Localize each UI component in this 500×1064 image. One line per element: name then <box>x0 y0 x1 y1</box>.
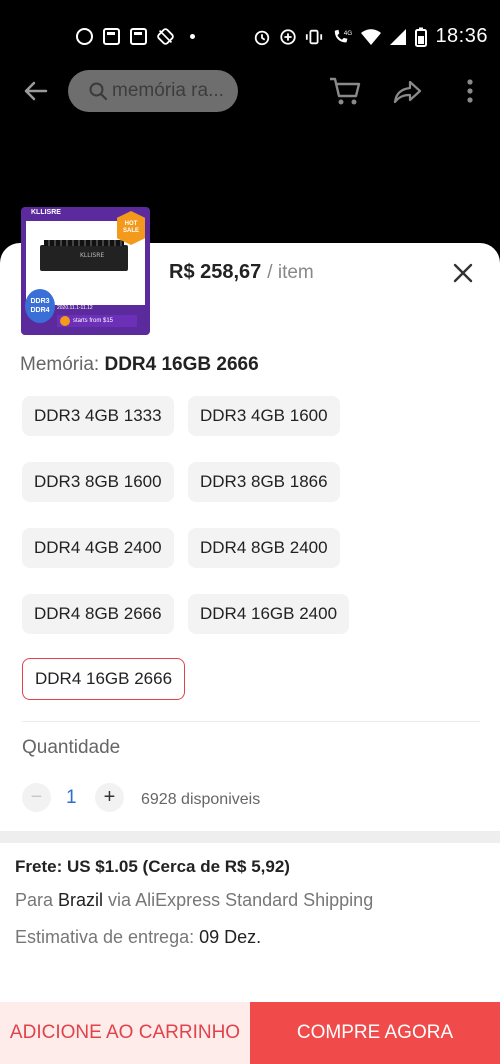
sync-off-icon <box>157 28 174 45</box>
variant-label-text: Memória: <box>20 354 105 375</box>
calendar-icon <box>103 28 120 45</box>
status-right-icons: 4G 18:36 <box>253 25 488 48</box>
clock: 18:36 <box>435 25 488 47</box>
network-text: 4G <box>344 30 353 37</box>
share-icon[interactable] <box>392 76 424 108</box>
signal-icon <box>390 28 407 45</box>
vibrate-icon <box>306 29 323 44</box>
product-thumbnail: KLLISRE KLLISRE HOT SALE DDR3 DDR4 2020.… <box>21 207 150 335</box>
calendar-icon <box>130 28 147 45</box>
shipping-cost: Frete: US $1.05 (Cerca de R$ 5,92) <box>15 857 290 876</box>
close-icon[interactable] <box>452 262 474 284</box>
hot-sale-badge: HOT SALE <box>117 211 145 245</box>
delivery-date: 09 Dez. <box>199 927 262 947</box>
variant-option[interactable]: DDR3 4GB 1333 <box>22 396 174 436</box>
quantity-decrement-button[interactable]: − <box>22 783 51 812</box>
variant-option[interactable]: DDR4 4GB 2400 <box>22 528 174 568</box>
alarm-icon <box>255 30 270 45</box>
more-vertical-icon[interactable] <box>462 76 478 106</box>
data-saver-icon <box>280 28 297 45</box>
variant-option[interactable]: DDR3 4GB 1600 <box>188 396 340 436</box>
thumb-ribbon: starts from $15 <box>57 315 137 327</box>
thumb-brand: KLLISRE <box>31 209 61 216</box>
delivery-estimate: Estimativa de entrega: 09 Dez. <box>15 927 261 948</box>
variant-option[interactable]: DDR3 8GB 1600 <box>22 462 174 502</box>
shipping-country: Brazil <box>58 890 104 910</box>
variant-selected-value: DDR4 16GB 2666 <box>104 354 259 375</box>
section-separator <box>0 831 500 843</box>
stock-available: 6928 disponiveis <box>141 791 261 808</box>
variant-label: Memória: DDR4 16GB 2666 <box>20 354 259 376</box>
quantity-label: Quantidade <box>22 737 121 758</box>
arrow-left-icon[interactable] <box>20 76 50 106</box>
price-row: R$ 258,67 / item <box>169 261 314 284</box>
ddr-badge: DDR3 DDR4 <box>25 289 55 323</box>
buy-now-button[interactable]: COMPRE AGORA <box>250 1002 500 1064</box>
shipping-method: via AliExpress Standard Shipping <box>103 890 374 910</box>
wifi-icon <box>361 28 382 45</box>
add-to-cart-button[interactable]: ADICIONE AO CARRINHO <box>0 1002 250 1064</box>
quantity-value[interactable]: 1 <box>66 787 77 809</box>
search-text: memória ra... <box>112 80 224 101</box>
wifi-calling-icon: 4G <box>335 29 353 42</box>
circle-icon <box>76 28 93 45</box>
ram-module-image: KLLISRE <box>40 240 128 271</box>
price-unit: / item <box>267 262 314 283</box>
variant-option[interactable]: DDR4 8GB 2400 <box>188 528 340 568</box>
delivery-estimate-label: Estimativa de entrega: <box>15 927 200 947</box>
shipping-dest-prefix: Para <box>15 890 59 910</box>
battery-icon <box>415 27 428 47</box>
status-bar: 4G 18:36 <box>0 0 500 70</box>
thumb-date: 2020.11.1-11.12 <box>57 305 93 311</box>
thumb-ram-label: KLLISRE <box>80 252 105 259</box>
divider <box>22 721 480 722</box>
status-left-icons <box>76 28 195 45</box>
top-nav: memória ra... <box>0 68 500 114</box>
search-input[interactable]: memória ra... <box>68 70 238 112</box>
variant-option[interactable]: DDR3 8GB 1866 <box>188 462 340 502</box>
variant-option[interactable]: DDR4 16GB 2400 <box>188 594 350 634</box>
variant-option[interactable]: DDR4 8GB 2666 <box>22 594 174 634</box>
price: R$ 258,67 <box>169 261 262 283</box>
shipping-destination: Para Brazil via AliExpress Standard Ship… <box>15 890 373 911</box>
dot-icon <box>190 34 195 39</box>
variant-option-selected[interactable]: DDR4 16GB 2666 <box>22 658 186 700</box>
cart-icon[interactable] <box>328 74 362 108</box>
quantity-increment-button[interactable]: + <box>95 783 124 812</box>
search-icon <box>89 82 108 101</box>
